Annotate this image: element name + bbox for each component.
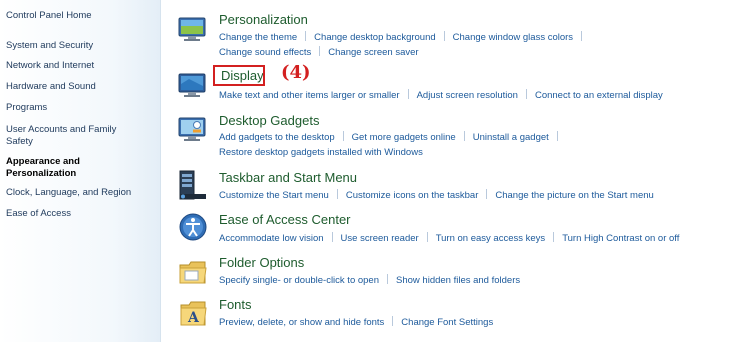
- display-links-row: Make text and other items larger or smal…: [219, 89, 663, 102]
- separator: [342, 131, 344, 141]
- annotation-label: (4): [281, 62, 311, 83]
- link-preview-fonts[interactable]: Preview, delete, or show and hide fonts: [219, 317, 384, 328]
- desktop-gadgets-icon: [178, 117, 206, 141]
- taskbar-icon: [179, 170, 206, 200]
- link-customize-start-menu[interactable]: Customize the Start menu: [219, 190, 329, 201]
- fonts-links-row: Preview, delete, or show and hide fonts C…: [219, 316, 493, 329]
- gadgets-links-row-2: Restore desktop gadgets installed with W…: [219, 147, 423, 159]
- separator: [407, 89, 409, 99]
- sidebar-item-clock-language[interactable]: Clock, Language, and Region: [6, 187, 131, 198]
- separator: [319, 46, 321, 56]
- folder-options-links-row: Specify single- or double-click to open S…: [219, 274, 520, 287]
- separator: [336, 189, 338, 199]
- separator: [553, 232, 555, 242]
- link-change-theme[interactable]: Change the theme: [219, 32, 297, 43]
- ease-of-access-icon: [179, 213, 207, 241]
- category-title-fonts[interactable]: Fonts: [219, 297, 252, 312]
- link-change-window-glass-colors[interactable]: Change window glass colors: [453, 32, 573, 43]
- separator: [331, 232, 333, 242]
- folder-options-icon: [179, 261, 207, 284]
- link-single-double-click[interactable]: Specify single- or double-click to open: [219, 275, 379, 286]
- sidebar-item-hardware-sound[interactable]: Hardware and Sound: [6, 81, 96, 92]
- category-title-desktop-gadgets[interactable]: Desktop Gadgets: [219, 113, 319, 128]
- sidebar-item-control-panel-home[interactable]: Control Panel Home: [6, 10, 92, 21]
- link-uninstall-gadget[interactable]: Uninstall a gadget: [473, 132, 549, 143]
- separator: [556, 131, 558, 141]
- separator: [525, 89, 527, 99]
- link-change-desktop-background[interactable]: Change desktop background: [314, 32, 435, 43]
- gadgets-links-row-1: Add gadgets to the desktop Get more gadge…: [219, 131, 566, 144]
- display-icon: [178, 73, 206, 97]
- separator: [305, 31, 307, 41]
- main-content: Personalization Change the theme Change d…: [160, 0, 755, 342]
- separator: [463, 131, 465, 141]
- taskbar-links-row: Customize the Start menu Customize icons …: [219, 189, 654, 202]
- link-easy-access-keys[interactable]: Turn on easy access keys: [436, 233, 545, 244]
- personalization-icon: [178, 17, 206, 41]
- separator: [392, 316, 394, 326]
- link-use-screen-reader[interactable]: Use screen reader: [341, 233, 419, 244]
- sidebar-item-appearance: Appearance and: [6, 156, 80, 167]
- link-change-sound-effects[interactable]: Change sound effects: [219, 47, 311, 58]
- link-customize-taskbar-icons[interactable]: Customize icons on the taskbar: [346, 190, 479, 201]
- link-high-contrast[interactable]: Turn High Contrast on or off: [562, 233, 679, 244]
- separator: [581, 31, 583, 41]
- ease-of-access-links-row: Accommodate low vision Use screen reader T…: [219, 232, 679, 245]
- link-add-gadgets[interactable]: Add gadgets to the desktop: [219, 132, 335, 143]
- svg-text:A: A: [187, 310, 200, 326]
- sidebar: Control Panel Home System and Security N…: [0, 0, 161, 342]
- link-change-font-settings[interactable]: Change Font Settings: [401, 317, 493, 328]
- category-title-folder-options[interactable]: Folder Options: [219, 255, 304, 270]
- sidebar-item-ease-of-access[interactable]: Ease of Access: [6, 208, 71, 219]
- link-adjust-screen-resolution[interactable]: Adjust screen resolution: [417, 90, 518, 101]
- category-title-taskbar[interactable]: Taskbar and Start Menu: [219, 170, 357, 185]
- annotation-highlight-box: [213, 65, 265, 86]
- personalization-links-row-2: Change sound effects Change screen saver: [219, 46, 419, 59]
- link-connect-external-display[interactable]: Connect to an external display: [535, 90, 663, 101]
- sidebar-item-appearance-cont: Personalization: [6, 168, 77, 179]
- category-title-personalization[interactable]: Personalization: [219, 12, 308, 27]
- category-title-ease-of-access[interactable]: Ease of Access Center: [219, 212, 351, 227]
- sidebar-item-system-security[interactable]: System and Security: [6, 40, 93, 51]
- separator: [443, 31, 445, 41]
- sidebar-item-programs[interactable]: Programs: [6, 102, 47, 113]
- sidebar-item-user-accounts-cont[interactable]: Safety: [6, 136, 33, 147]
- link-change-start-picture[interactable]: Change the picture on the Start menu: [495, 190, 653, 201]
- personalization-links-row-1: Change the theme Change desktop backgroun…: [219, 31, 590, 44]
- link-show-hidden-files[interactable]: Show hidden files and folders: [396, 275, 520, 286]
- sidebar-item-network-internet[interactable]: Network and Internet: [6, 60, 94, 71]
- sidebar-item-user-accounts[interactable]: User Accounts and Family: [6, 124, 116, 135]
- separator: [387, 274, 389, 284]
- fonts-icon: A: [180, 301, 207, 326]
- link-accommodate-low-vision[interactable]: Accommodate low vision: [219, 233, 324, 244]
- link-restore-gadgets[interactable]: Restore desktop gadgets installed with W…: [219, 147, 423, 158]
- link-make-text-larger[interactable]: Make text and other items larger or smal…: [219, 90, 400, 101]
- link-change-screen-saver[interactable]: Change screen saver: [328, 47, 418, 58]
- link-get-more-gadgets[interactable]: Get more gadgets online: [352, 132, 456, 143]
- separator: [486, 189, 488, 199]
- separator: [426, 232, 428, 242]
